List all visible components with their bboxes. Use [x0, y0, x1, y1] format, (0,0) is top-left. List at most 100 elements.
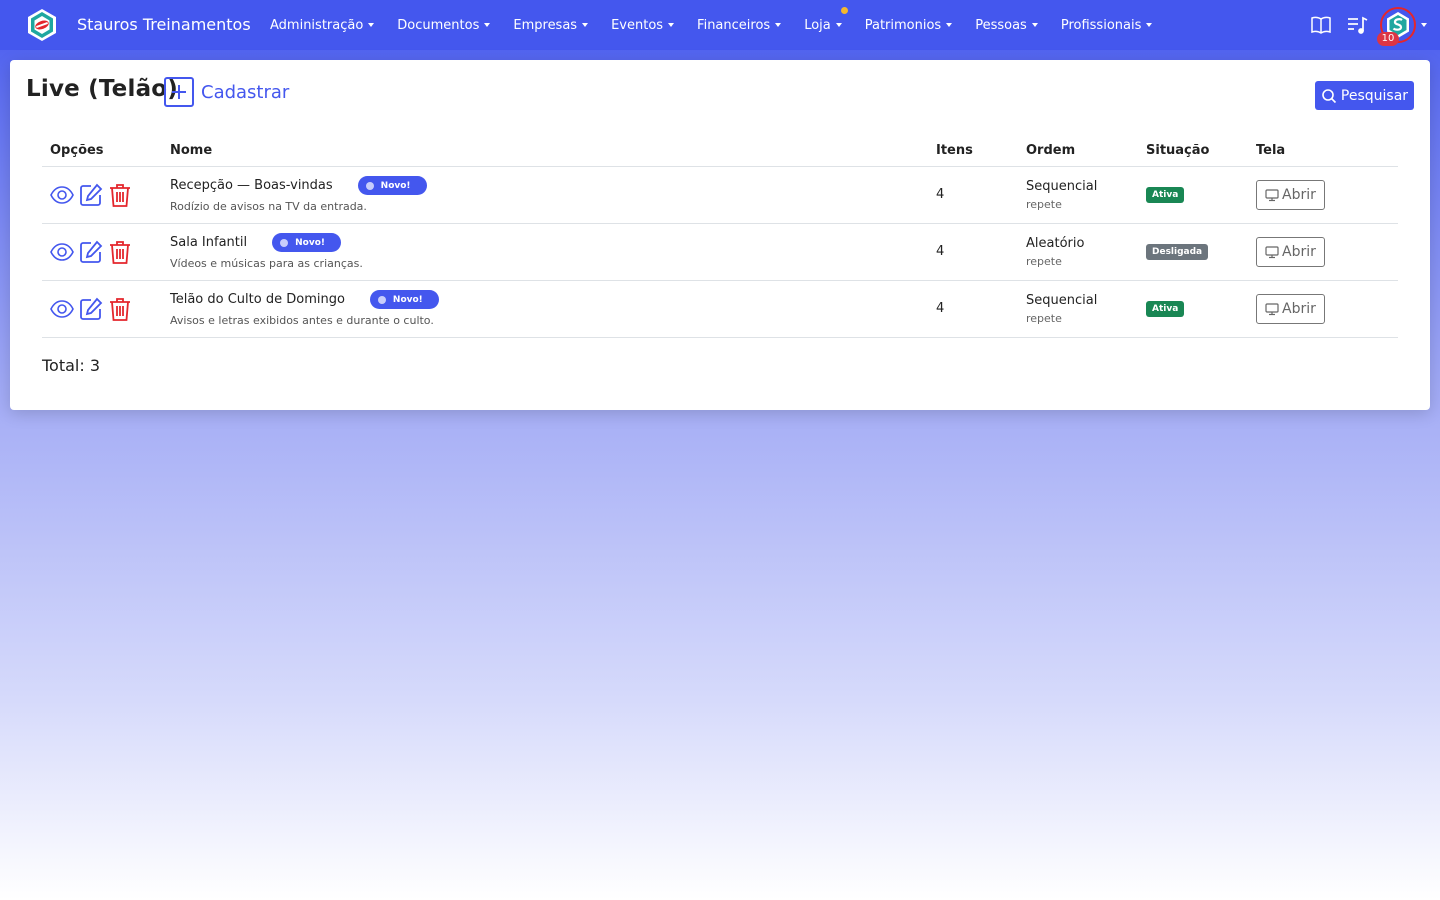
- row-order-sub: repete: [1026, 197, 1062, 211]
- caret-down-icon: [835, 23, 842, 27]
- total-count: Total: 3: [42, 356, 101, 375]
- menu-administracao[interactable]: Administração: [270, 17, 375, 33]
- open-screen-button[interactable]: Abrir: [1256, 179, 1325, 210]
- delete-trash-icon[interactable]: [108, 240, 132, 264]
- row-options: [50, 240, 154, 264]
- row-order-sub: repete: [1026, 254, 1062, 268]
- caret-down-icon[interactable]: [1421, 23, 1427, 27]
- menu-label: Financeiros: [697, 17, 771, 33]
- view-eye-icon[interactable]: [50, 297, 74, 321]
- row-order: Sequencial: [1026, 178, 1098, 194]
- menu-patrimonios[interactable]: Patrimonios: [864, 17, 953, 33]
- row-options: [50, 297, 154, 321]
- caret-down-icon: [582, 23, 589, 27]
- book-icon[interactable]: [1310, 14, 1332, 36]
- row-name[interactable]: Sala Infantil: [170, 235, 247, 250]
- menu-eventos[interactable]: Eventos: [611, 17, 675, 33]
- delete-trash-icon[interactable]: [108, 297, 132, 321]
- row-order: Sequencial: [1026, 292, 1098, 308]
- plus-icon: [164, 77, 194, 107]
- menu-label: Patrimonios: [864, 17, 942, 33]
- open-screen-button[interactable]: Abrir: [1256, 236, 1325, 267]
- column-header-situacao: Situação: [1138, 136, 1248, 167]
- menu-label: Profissionais: [1060, 17, 1142, 33]
- add-button-label: Cadastrar: [201, 81, 290, 103]
- menu-loja[interactable]: Loja: [804, 6, 848, 33]
- table-row: Sala Infantil Novo! Vídeos e músicas par…: [42, 223, 1398, 281]
- main-card: Live (Telão) Cadastrar Pesquisar Opções …: [10, 60, 1430, 410]
- menu-documentos[interactable]: Documentos: [397, 17, 491, 33]
- badge-dot-icon: [280, 238, 289, 247]
- column-header-tela: Tela: [1248, 136, 1398, 167]
- notification-dot: [840, 6, 848, 14]
- search-button[interactable]: Pesquisar: [1315, 81, 1414, 110]
- row-items: 4: [928, 223, 1018, 281]
- row-name[interactable]: Telão do Culto de Domingo: [170, 292, 345, 307]
- menu-label: Eventos: [611, 17, 664, 33]
- row-order-sub: repete: [1026, 311, 1062, 325]
- edit-icon[interactable]: [79, 240, 103, 264]
- app-logo-icon[interactable]: [25, 8, 59, 42]
- edit-icon[interactable]: [79, 297, 103, 321]
- new-badge-label: Novo!: [392, 294, 423, 305]
- badge-dot-icon: [377, 295, 386, 304]
- view-eye-icon[interactable]: [50, 183, 74, 207]
- open-button-label: Abrir: [1282, 300, 1316, 317]
- row-name[interactable]: Recepção — Boas-vindas: [170, 178, 333, 193]
- top-navbar: Stauros Treinamentos Administração Docum…: [0, 0, 1440, 50]
- search-button-label: Pesquisar: [1340, 87, 1409, 104]
- menu-label: Empresas: [513, 17, 578, 33]
- table-row: Recepção — Boas-vindas Novo! Rodízio de …: [42, 166, 1398, 224]
- menu-pessoas[interactable]: Pessoas: [975, 18, 1038, 33]
- edit-icon[interactable]: [79, 183, 103, 207]
- live-table: Opções Nome Itens Ordem Situação Tela Re…: [42, 136, 1398, 338]
- caret-down-icon: [368, 23, 375, 27]
- new-badge: Novo!: [272, 233, 341, 252]
- row-order: Aleatório: [1026, 235, 1085, 251]
- notification-count-badge[interactable]: 10: [1377, 32, 1399, 46]
- menu-label: Administração: [270, 17, 364, 33]
- menu-financeiros[interactable]: Financeiros: [697, 17, 782, 33]
- new-badge: Novo!: [369, 290, 439, 309]
- menu-label: Pessoas: [975, 17, 1027, 33]
- row-description: Rodízio de avisos na TV da entrada.: [170, 200, 367, 213]
- table-row: Telão do Culto de Domingo Novo! Avisos e…: [42, 280, 1398, 338]
- column-header-itens: Itens: [928, 136, 1018, 167]
- caret-down-icon: [1146, 23, 1153, 27]
- column-header-nome: Nome: [162, 136, 928, 167]
- new-badge: Novo!: [357, 176, 427, 195]
- caret-down-icon: [1031, 23, 1038, 27]
- delete-trash-icon[interactable]: [108, 183, 132, 207]
- badge-dot-icon: [365, 181, 374, 190]
- playlist-icon[interactable]: [1346, 14, 1368, 36]
- row-description: Avisos e letras exibidos antes e durante…: [170, 314, 434, 327]
- caret-down-icon: [668, 23, 675, 27]
- column-header-opcoes: Opções: [42, 136, 162, 167]
- menu-empresas[interactable]: Empresas: [513, 17, 589, 33]
- monitor-icon: [1265, 188, 1279, 201]
- row-items: 4: [928, 280, 1018, 338]
- caret-down-icon: [946, 23, 953, 27]
- table-header-row: Opções Nome Itens Ordem Situação Tela: [42, 136, 1398, 167]
- search-icon: [1322, 88, 1336, 103]
- monitor-icon: [1265, 302, 1279, 315]
- monitor-icon: [1265, 245, 1279, 258]
- status-badge: Ativa: [1146, 301, 1185, 317]
- main-menu: Administração Documentos Empresas Evento…: [270, 0, 1175, 50]
- menu-profissionais[interactable]: Profissionais: [1061, 18, 1153, 33]
- add-button[interactable]: Cadastrar: [164, 77, 289, 107]
- new-badge-label: Novo!: [295, 237, 325, 248]
- brand-name[interactable]: Stauros Treinamentos: [77, 0, 251, 50]
- column-header-ordem: Ordem: [1018, 136, 1138, 167]
- view-eye-icon[interactable]: [50, 240, 74, 264]
- page-title: Live (Telão): [26, 76, 179, 102]
- user-avatar[interactable]: 10: [1377, 7, 1416, 46]
- menu-label: Documentos: [397, 17, 480, 33]
- new-badge-label: Novo!: [380, 180, 411, 191]
- open-button-label: Abrir: [1282, 243, 1316, 260]
- open-screen-button[interactable]: Abrir: [1256, 293, 1325, 324]
- menu-label: Loja: [804, 17, 831, 33]
- row-options: [50, 183, 154, 207]
- status-badge: Desligada: [1146, 244, 1209, 260]
- caret-down-icon: [484, 23, 491, 27]
